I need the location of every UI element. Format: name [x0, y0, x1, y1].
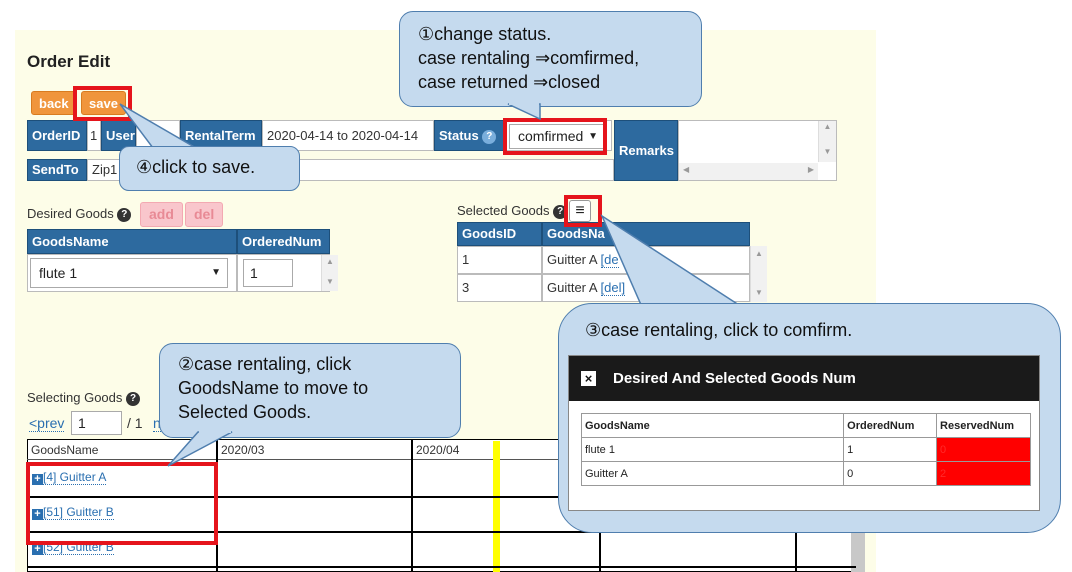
desired-goods-scrollbar[interactable]: ▲ ▼	[321, 255, 338, 291]
callout-1-line-1: ①change status.	[418, 24, 552, 44]
modal-row-2-ordered: 0	[843, 461, 938, 486]
selecting-goods-title: Selecting Goods ?	[27, 390, 141, 406]
modal-col-orderednum: OrderedNum	[843, 413, 938, 438]
prev-link-text[interactable]: <prev	[29, 415, 65, 432]
scroll-left-icon[interactable]: ◀	[683, 165, 689, 174]
orderid-label: OrderID	[27, 120, 87, 151]
page-title: Order Edit	[27, 52, 111, 71]
col-goodsname-selecting: GoodsName	[31, 443, 99, 457]
chevron-down-icon: ▼	[211, 267, 221, 278]
selected-goods-scrollbar[interactable]: ▲ ▼	[750, 246, 767, 302]
page-input[interactable]: 1	[71, 411, 122, 435]
scroll-right-icon[interactable]: ▶	[808, 165, 814, 174]
scroll-up-icon[interactable]: ▲	[819, 122, 836, 131]
scroll-down-icon[interactable]: ▼	[751, 288, 767, 297]
callout-click-to-save: ④click to save.	[119, 146, 300, 191]
scroll-down-icon[interactable]: ▼	[322, 277, 338, 286]
callout-4-text: ④click to save.	[136, 157, 256, 177]
modal-title: Desired And Selected Goods Num	[613, 370, 856, 387]
modal-row-1-reserved: 0	[936, 437, 1031, 462]
status-highlight	[503, 118, 607, 155]
callout-2-line-1: ②case rentaling, click	[178, 354, 352, 374]
modal-col-goodsname: GoodsName	[580, 413, 845, 438]
desired-goods-title: Desired Goods ?	[27, 206, 132, 222]
desired-goods-title-text: Desired Goods	[27, 206, 114, 221]
modal-row-1-name: flute 1	[580, 437, 845, 462]
col-goodsid: GoodsID	[457, 222, 542, 246]
callout-2-pointer	[167, 430, 233, 467]
modal-row-2-reserved: 2	[936, 461, 1031, 486]
orderednum-input[interactable]: 1	[243, 259, 293, 287]
col-orderednum: OrderedNum	[237, 229, 330, 254]
table-row: Guitter A 0 2	[580, 461, 1031, 486]
callout-2-line-3: Selected Goods.	[178, 402, 312, 422]
scroll-up-icon[interactable]: ▲	[751, 249, 767, 258]
back-button[interactable]: back	[31, 91, 77, 115]
modal-row-2-name: Guitter A	[580, 461, 845, 486]
selected-row-2-name-text: Guitter A	[547, 280, 597, 295]
sendto-label: SendTo	[27, 159, 87, 181]
status-label-text: Status	[439, 128, 479, 143]
remarks-label: Remarks	[614, 120, 678, 181]
callout-1-line-2: case rentaling ⇒comfirmed,	[418, 48, 640, 68]
callout-1-line-3: case returned ⇒closed	[418, 72, 601, 92]
month-2020-04: 2020/04	[416, 443, 460, 457]
close-icon[interactable]: ×	[581, 371, 596, 386]
selecting-goods-highlight	[26, 462, 218, 545]
callout-move-to-selected: ②case rentaling, click GoodsName to move…	[159, 343, 461, 438]
plus-square-icon[interactable]: +	[32, 544, 43, 555]
callout-1-pointer	[507, 103, 541, 121]
table-row: flute 1 1 0	[580, 437, 1031, 462]
selected-goods-title: Selected Goods ?	[457, 203, 568, 219]
prev-link[interactable]: <prev	[29, 415, 65, 432]
menu-highlight	[564, 195, 602, 227]
modal-table-header: GoodsName OrderedNum ReservedNum	[580, 413, 1031, 438]
page-total: / 1	[127, 415, 143, 431]
modal-row-1-ordered: 1	[843, 437, 938, 462]
callout-3-title: ③case rentaling, click to comfirm.	[585, 320, 853, 340]
callout-3-pointer	[600, 214, 745, 308]
question-circle-icon[interactable]: ?	[482, 129, 497, 144]
timeline-divider	[411, 439, 413, 572]
goodsname-select-value: flute 1	[39, 265, 78, 281]
scroll-up-icon[interactable]: ▲	[322, 257, 338, 266]
orderid-value: 1	[87, 120, 101, 151]
row-divider	[27, 566, 856, 568]
status-label: Status ?	[434, 120, 504, 151]
remarks-scrollbar[interactable]: ▲ ▼	[818, 121, 836, 162]
callout-2-line-2: GoodsName to move to	[178, 378, 369, 398]
selected-row-2-id: 3	[457, 274, 542, 302]
col-goodsname: GoodsName	[27, 229, 237, 254]
callout-change-status: ①change status. case rentaling ⇒comfirme…	[399, 11, 702, 107]
remarks-hscrollbar[interactable]: ◀ ▶	[679, 163, 818, 180]
selected-goods-title-text: Selected Goods	[457, 203, 550, 218]
scroll-down-icon[interactable]: ▼	[819, 147, 836, 156]
del-button[interactable]: del	[185, 202, 224, 227]
add-button[interactable]: add	[140, 202, 183, 227]
today-marker	[493, 441, 500, 572]
selected-row-1-id: 1	[457, 246, 542, 274]
modal-col-reservednum: ReservedNum	[936, 413, 1031, 438]
question-circle-icon[interactable]: ?	[117, 207, 132, 222]
selected-row-1-name-text: Guitter A	[547, 252, 597, 267]
goodsname-select[interactable]: flute 1 ▼	[30, 258, 228, 288]
question-circle-icon[interactable]: ?	[126, 391, 141, 406]
selecting-goods-title-text: Selecting Goods	[27, 390, 123, 405]
modal-table: GoodsName OrderedNum ReservedNum flute 1…	[580, 413, 1031, 486]
